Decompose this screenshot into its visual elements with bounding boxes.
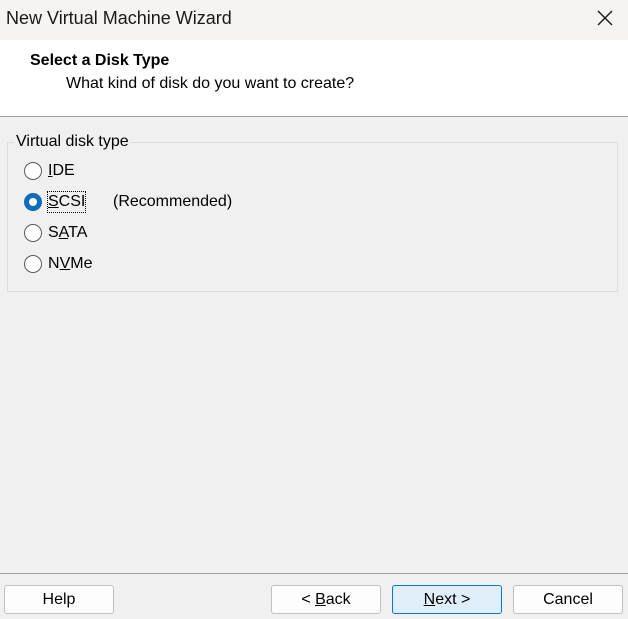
close-icon	[597, 10, 613, 26]
cancel-button[interactable]: Cancel	[513, 585, 623, 614]
radio-button-ide[interactable]	[24, 162, 42, 180]
next-label: Next >	[424, 591, 471, 609]
pre-sata: S	[48, 224, 59, 241]
back-rest: ack	[325, 590, 351, 608]
radio-sata[interactable]: SATA	[24, 222, 87, 244]
next-mnemonic: N	[423, 590, 436, 608]
radio-button-nvme[interactable]	[24, 255, 42, 273]
mnemonic-scsi: S	[48, 193, 59, 210]
rest-scsi: CSI	[58, 193, 86, 210]
wizard-header: Select a Disk Type What kind of disk do …	[0, 40, 628, 117]
radio-scsi[interactable]: SCSI	[24, 191, 87, 213]
rest-ide: DE	[52, 162, 75, 179]
radio-label-sata: SATA	[48, 223, 87, 243]
groupbox-legend: Virtual disk type	[14, 133, 131, 151]
footer-separator	[0, 573, 628, 574]
radio-label-ide: IDE	[48, 161, 75, 181]
help-button[interactable]: Help	[4, 585, 114, 614]
rest-sata: TA	[68, 224, 88, 241]
title-bar: New Virtual Machine Wizard	[0, 0, 628, 40]
recommended-note: (Recommended)	[113, 193, 233, 210]
pre-nvme: N	[48, 255, 60, 272]
radio-nvme[interactable]: NVMe	[24, 253, 92, 275]
back-button[interactable]: < Back	[271, 585, 381, 614]
radio-label-scsi: SCSI	[46, 191, 87, 213]
page-title: Select a Disk Type	[30, 52, 170, 69]
next-button[interactable]: Next >	[392, 585, 502, 614]
page-subtitle: What kind of disk do you want to create?	[66, 75, 355, 92]
mnemonic-nvme: V	[59, 255, 71, 272]
back-label: < Back	[301, 591, 350, 609]
rest-nvme: Me	[70, 255, 93, 272]
radio-button-scsi[interactable]	[24, 193, 42, 211]
radio-label-nvme: NVMe	[48, 254, 92, 274]
back-prefix: <	[301, 590, 316, 608]
disk-type-groupbox	[7, 142, 618, 292]
close-button[interactable]	[582, 0, 628, 36]
window-title: New Virtual Machine Wizard	[6, 8, 232, 28]
mnemonic-sata: A	[58, 224, 69, 241]
next-rest: ext >	[435, 590, 471, 608]
radio-button-sata[interactable]	[24, 224, 42, 242]
radio-ide[interactable]: IDE	[24, 160, 75, 182]
back-mnemonic: B	[315, 590, 326, 608]
